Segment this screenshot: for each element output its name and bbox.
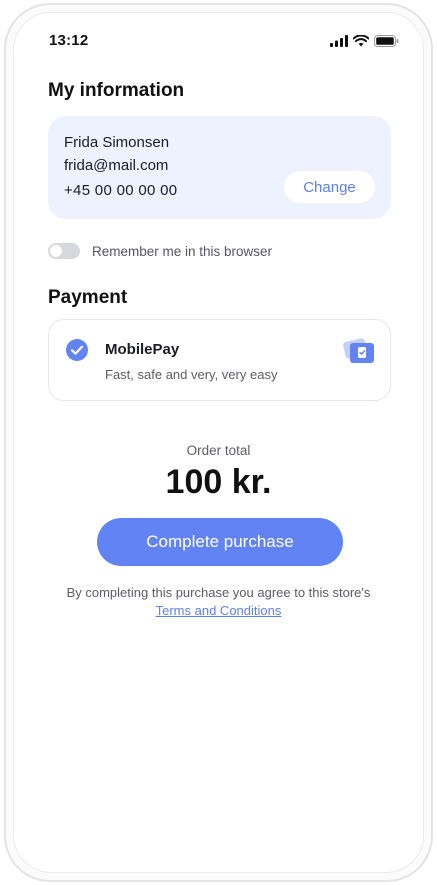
status-bar: 13:12 [14, 13, 423, 65]
payment-title: Payment [48, 287, 128, 308]
customer-email: frida@mail.com [64, 157, 169, 174]
remember-me-toggle[interactable] [48, 243, 80, 259]
customer-name: Frida Simonsen [64, 134, 170, 151]
agreement-text: By completing this purchase you agree to… [66, 585, 371, 600]
order-total-amount: 100 kr. [165, 463, 272, 501]
my-information-title: My information [48, 80, 185, 101]
terms-and-conditions-link[interactable]: Terms and Conditions [14, 603, 423, 618]
check-icon [66, 339, 88, 361]
complete-purchase-button[interactable]: Complete purchase [97, 518, 343, 566]
remember-me-row: Remember me in this browser [48, 243, 272, 259]
customer-phone: +45 00 00 00 00 [64, 182, 178, 199]
battery-icon [374, 35, 399, 47]
remember-me-label: Remember me in this browser [92, 243, 273, 259]
wallet-icon [343, 338, 374, 363]
order-total-label: Order total [186, 443, 251, 458]
signal-icon [330, 35, 348, 47]
my-information-card: Frida Simonsen frida@mail.com +45 00 00 … [48, 116, 391, 219]
wifi-icon [353, 35, 369, 47]
toggle-knob [50, 245, 62, 257]
change-button[interactable]: Change [284, 171, 375, 203]
payment-method-name: MobilePay [105, 341, 180, 358]
payment-method-description: Fast, safe and very, very easy [105, 367, 278, 382]
status-icons [330, 35, 399, 47]
payment-option-mobilepay[interactable]: MobilePay Fast, safe and very, very easy [48, 319, 391, 401]
phone-screen: 13:12 My information Frida Simonsen frid [13, 12, 424, 873]
status-time: 13:12 [49, 32, 89, 49]
